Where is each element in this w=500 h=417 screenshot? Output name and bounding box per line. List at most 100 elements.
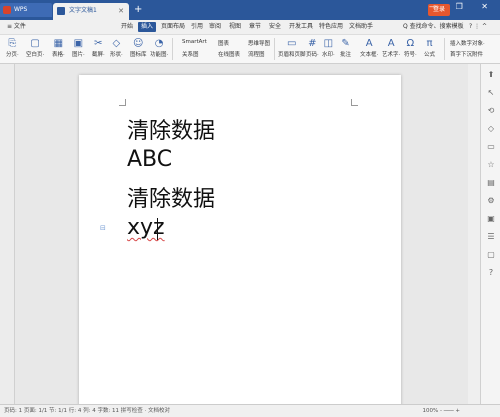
ribbon-btn-3-icon: ▣ xyxy=(73,38,84,49)
layout-icon[interactable]: ▤ xyxy=(486,178,496,188)
wps-logo-icon xyxy=(3,6,11,14)
ribbon-btn-g3-0-icon: ▭ xyxy=(287,38,297,49)
ribbon-btn-5-label: 形状· xyxy=(110,52,123,58)
ribbon-btn-3-label: 图片· xyxy=(72,52,85,58)
vertical-ruler xyxy=(0,64,15,404)
menu-tab-8[interactable]: 开发工具 xyxy=(286,22,316,32)
ribbon-btn-2-icon: ▦ xyxy=(53,38,64,49)
ribbon-btn-g3-1[interactable]: # 页码· xyxy=(306,38,319,58)
ribbon-btn-g3-1-label: 页码· xyxy=(306,52,319,58)
scroll-up-icon[interactable]: ⬆ xyxy=(486,70,496,80)
ribbon-btn-5[interactable]: ◇ 形状· xyxy=(110,38,123,58)
document-tab-label: 文字文稿1 xyxy=(69,7,97,14)
text-line-4[interactable]: xyz xyxy=(127,215,165,240)
ribbon-small-btn-2[interactable]: 图表 xyxy=(218,39,229,47)
ribbon-btn-4-icon: ✂ xyxy=(94,38,103,49)
ribbon-btn-0[interactable]: ⎘ 分页· xyxy=(6,38,19,58)
ribbon-btn-7-icon: ◔ xyxy=(154,38,164,49)
close-tab-icon[interactable]: ✕ xyxy=(118,3,124,19)
ribbon-btn-g3-4-label: 文本框· xyxy=(360,52,379,58)
ribbon-btn-2[interactable]: ▦ 表格· xyxy=(52,38,65,58)
ribbon-btn-g3-2[interactable]: ◫ 水印· xyxy=(322,38,335,58)
ribbon-btn-g3-0[interactable]: ▭ 页眉和页脚 xyxy=(278,38,306,58)
ribbon-btn-0-icon: ⎘ xyxy=(8,38,17,49)
ribbon-btn-g3-2-icon: ◫ xyxy=(323,38,334,49)
ribbon-btn-g3-7[interactable]: π 公式 xyxy=(424,38,435,58)
frame-icon[interactable]: ▢ xyxy=(486,250,496,260)
menu-tab-10[interactable]: 文档助手 xyxy=(346,22,376,32)
margin-corner-tr xyxy=(351,99,358,106)
menu-tab-9[interactable]: 特色应用 xyxy=(316,22,346,32)
ribbon-small-btn-3[interactable]: 在线图表 xyxy=(218,50,240,58)
cursor-icon[interactable]: ↖ xyxy=(486,88,496,98)
ribbon-btn-g3-1-icon: # xyxy=(308,38,317,49)
ribbon-btn-3[interactable]: ▣ 图片· xyxy=(72,38,85,58)
margin-corner-tl xyxy=(119,99,126,106)
tools-icon[interactable]: ⚙ xyxy=(486,196,496,206)
ribbon-btn-g3-7-label: 公式 xyxy=(424,52,436,58)
ribbon-btn-g3-4-icon: A xyxy=(365,38,373,49)
document-tab[interactable]: 文字文稿1 ✕ xyxy=(53,3,129,20)
ribbon-small-btn-4[interactable]: 思维导图 xyxy=(248,39,270,47)
image-icon[interactable]: ▭ xyxy=(486,142,496,152)
paragraph-handle-icon[interactable]: ⊟ xyxy=(100,224,106,232)
ribbon-btn-g3-3[interactable]: ✎ 批注 xyxy=(340,38,351,58)
ribbon-btn-g3-5-icon: A xyxy=(387,38,395,49)
ribbon-separator-1 xyxy=(172,38,173,60)
ribbon-toolbar: ⎘ 分页· ▢ 空白页· ▦ 表格· ▣ 图片· ✂ 截屏· ◇ 形状· ☺ 图标库 ◔ 功能图· SmartA… xyxy=(0,35,500,64)
picture-icon[interactable]: ▣ xyxy=(486,214,496,224)
menu-file[interactable]: ≡ 文件 xyxy=(4,22,29,32)
ribbon-btn-6[interactable]: ☺ 图标库 xyxy=(130,38,147,58)
text-line-3[interactable]: 清除数据 xyxy=(127,181,215,213)
ribbon-btn-7[interactable]: ◔ 功能图· xyxy=(150,38,168,58)
help-icon[interactable]: ? xyxy=(486,268,496,278)
ribbon-btn-g3-6-icon: Ω xyxy=(406,38,415,49)
menu-tab-7[interactable]: 安全 xyxy=(266,22,284,32)
menu-tab-6[interactable]: 章节 xyxy=(246,22,264,32)
ribbon-small-btn-1[interactable]: 关系图 xyxy=(182,50,199,58)
menu-tab-2[interactable]: 页面布局 xyxy=(158,22,188,32)
ribbon-btn-g3-7-icon: π xyxy=(426,38,433,49)
ribbon-btn-g3-5[interactable]: A 艺术字· xyxy=(382,38,400,58)
ribbon-small-btn-g4-3[interactable]: 附件 xyxy=(472,50,483,58)
ribbon-small-btn-g4-2[interactable]: 首字下沉 xyxy=(450,50,472,58)
ribbon-btn-6-icon: ☺ xyxy=(133,38,144,49)
new-tab-button[interactable]: + xyxy=(134,3,142,17)
menu-tab-1[interactable]: 插入 xyxy=(138,22,157,32)
window-controls[interactable]: — ❐ ✕ xyxy=(429,2,496,11)
text-line-2[interactable]: ABC xyxy=(127,147,172,172)
ribbon-small-btn-5[interactable]: 流程图 xyxy=(248,50,265,58)
text-line-1[interactable]: 清除数据 xyxy=(127,113,215,145)
side-task-pane: ⬆ ↖ ⟲ ◇ ▭ ☆ ▤ ⚙ ▣ ☰ ▢ ? xyxy=(480,64,500,404)
ribbon-btn-1-label: 空白页· xyxy=(26,52,45,58)
list-icon[interactable]: ☰ xyxy=(486,232,496,242)
status-text: 页码: 1 页面: 1/1 节: 1/1 行: 4 列: 4 字数: 11 拼写… xyxy=(4,408,171,414)
style-icon[interactable]: ⟲ xyxy=(486,106,496,116)
ribbon-btn-6-label: 图标库 xyxy=(130,52,147,58)
star-icon[interactable]: ☆ xyxy=(486,160,496,170)
menu-tab-0[interactable]: 开始 xyxy=(118,22,136,32)
menu-tab-4[interactable]: 审阅 xyxy=(206,22,224,32)
menu-tab-3[interactable]: 引用 xyxy=(188,22,206,32)
ribbon-btn-0-label: 分页· xyxy=(6,52,19,58)
ribbon-btn-4[interactable]: ✂ 截屏· xyxy=(92,38,105,58)
ribbon-btn-g3-6[interactable]: Ω 符号· xyxy=(404,38,417,58)
vertical-scrollbar[interactable] xyxy=(468,64,480,404)
ribbon-small-btn-0[interactable]: SmartArt xyxy=(182,39,207,45)
ribbon-btn-1[interactable]: ▢ 空白页· xyxy=(26,38,44,58)
ribbon-btn-g3-4[interactable]: A 文本框· xyxy=(360,38,378,58)
app-tab-label: WPS xyxy=(14,6,28,13)
ribbon-btn-g3-5-label: 艺术字· xyxy=(382,52,401,58)
menu-help-icons[interactable]: ? ⋮ ^ xyxy=(466,22,490,32)
document-icon xyxy=(57,7,65,15)
zoom-control[interactable]: 100% - ─── + xyxy=(423,405,461,417)
ribbon-separator-2 xyxy=(274,38,275,60)
menu-tab-5[interactable]: 视图 xyxy=(226,22,244,32)
ribbon-btn-7-label: 功能图· xyxy=(150,52,169,58)
app-tab-wps[interactable]: WPS xyxy=(0,3,52,17)
ribbon-small-btn-g4-1[interactable]: 对象· xyxy=(472,39,485,47)
shape-icon[interactable]: ◇ xyxy=(486,124,496,134)
search-command[interactable]: Q 查找命令、搜索模板 xyxy=(400,22,467,32)
ribbon-small-btn-g4-0[interactable]: 插入数字 xyxy=(450,39,472,47)
document-page[interactable]: 清除数据 ABC 清除数据 xyz xyxy=(79,75,401,410)
